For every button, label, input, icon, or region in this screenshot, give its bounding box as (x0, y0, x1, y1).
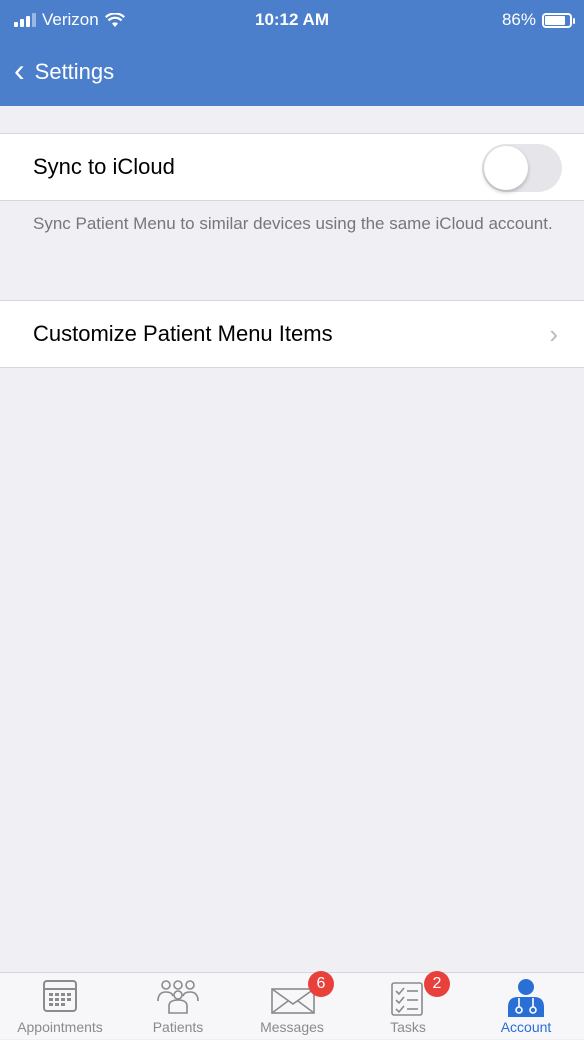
status-time: 10:12 AM (254, 10, 329, 29)
tab-messages[interactable]: 6 Messages (234, 971, 350, 1040)
patients-icon (157, 980, 199, 1014)
tab-account[interactable]: Account (468, 973, 584, 1040)
back-button[interactable]: ‹ Settings (0, 52, 115, 88)
sync-icloud-toggle[interactable] (482, 144, 562, 192)
top-bar: Verizon 10:12 AM 86% ‹ Settings (0, 0, 584, 106)
tab-label: Messages (260, 1019, 324, 1035)
customize-menu-label: Customize Patient Menu Items (33, 321, 333, 346)
messages-badge: 6 (308, 971, 334, 997)
chevron-right-icon: › (549, 319, 558, 349)
status-right: 86% (501, 10, 575, 30)
doctor-icon (508, 979, 544, 1017)
toggle-knob (484, 146, 528, 190)
tab-label: Patients (152, 1019, 204, 1035)
tab-label: Tasks (390, 1019, 426, 1035)
tab-appointments[interactable]: Appointments (2, 973, 118, 1040)
battery-percent: 86% (501, 10, 536, 29)
back-label: Settings (34, 59, 115, 84)
tab-tasks[interactable]: 2 Tasks (350, 971, 466, 1040)
sync-icloud-label: Sync to iCloud (33, 154, 175, 179)
tasks-badge: 2 (424, 971, 450, 997)
tab-label: Appointments (17, 1019, 103, 1035)
chevron-left-icon: ‹ (14, 52, 25, 88)
sync-footer-text: Sync Patient Menu to similar devices usi… (33, 214, 553, 233)
sync-icloud-row: Sync to iCloud (0, 133, 584, 201)
battery-icon (542, 12, 575, 28)
status-bar: Verizon 10:12 AM 86% (0, 0, 584, 38)
calendar-icon (43, 980, 77, 1012)
tab-label: Account (500, 1019, 552, 1035)
customize-menu-row[interactable]: Customize Patient Menu Items › (0, 300, 584, 368)
nav-bar: ‹ Settings (0, 48, 114, 96)
tab-bar: Appointments Patients 6 Messages 2 Tasks… (0, 971, 584, 1040)
tab-patients[interactable]: Patients (120, 973, 236, 1040)
